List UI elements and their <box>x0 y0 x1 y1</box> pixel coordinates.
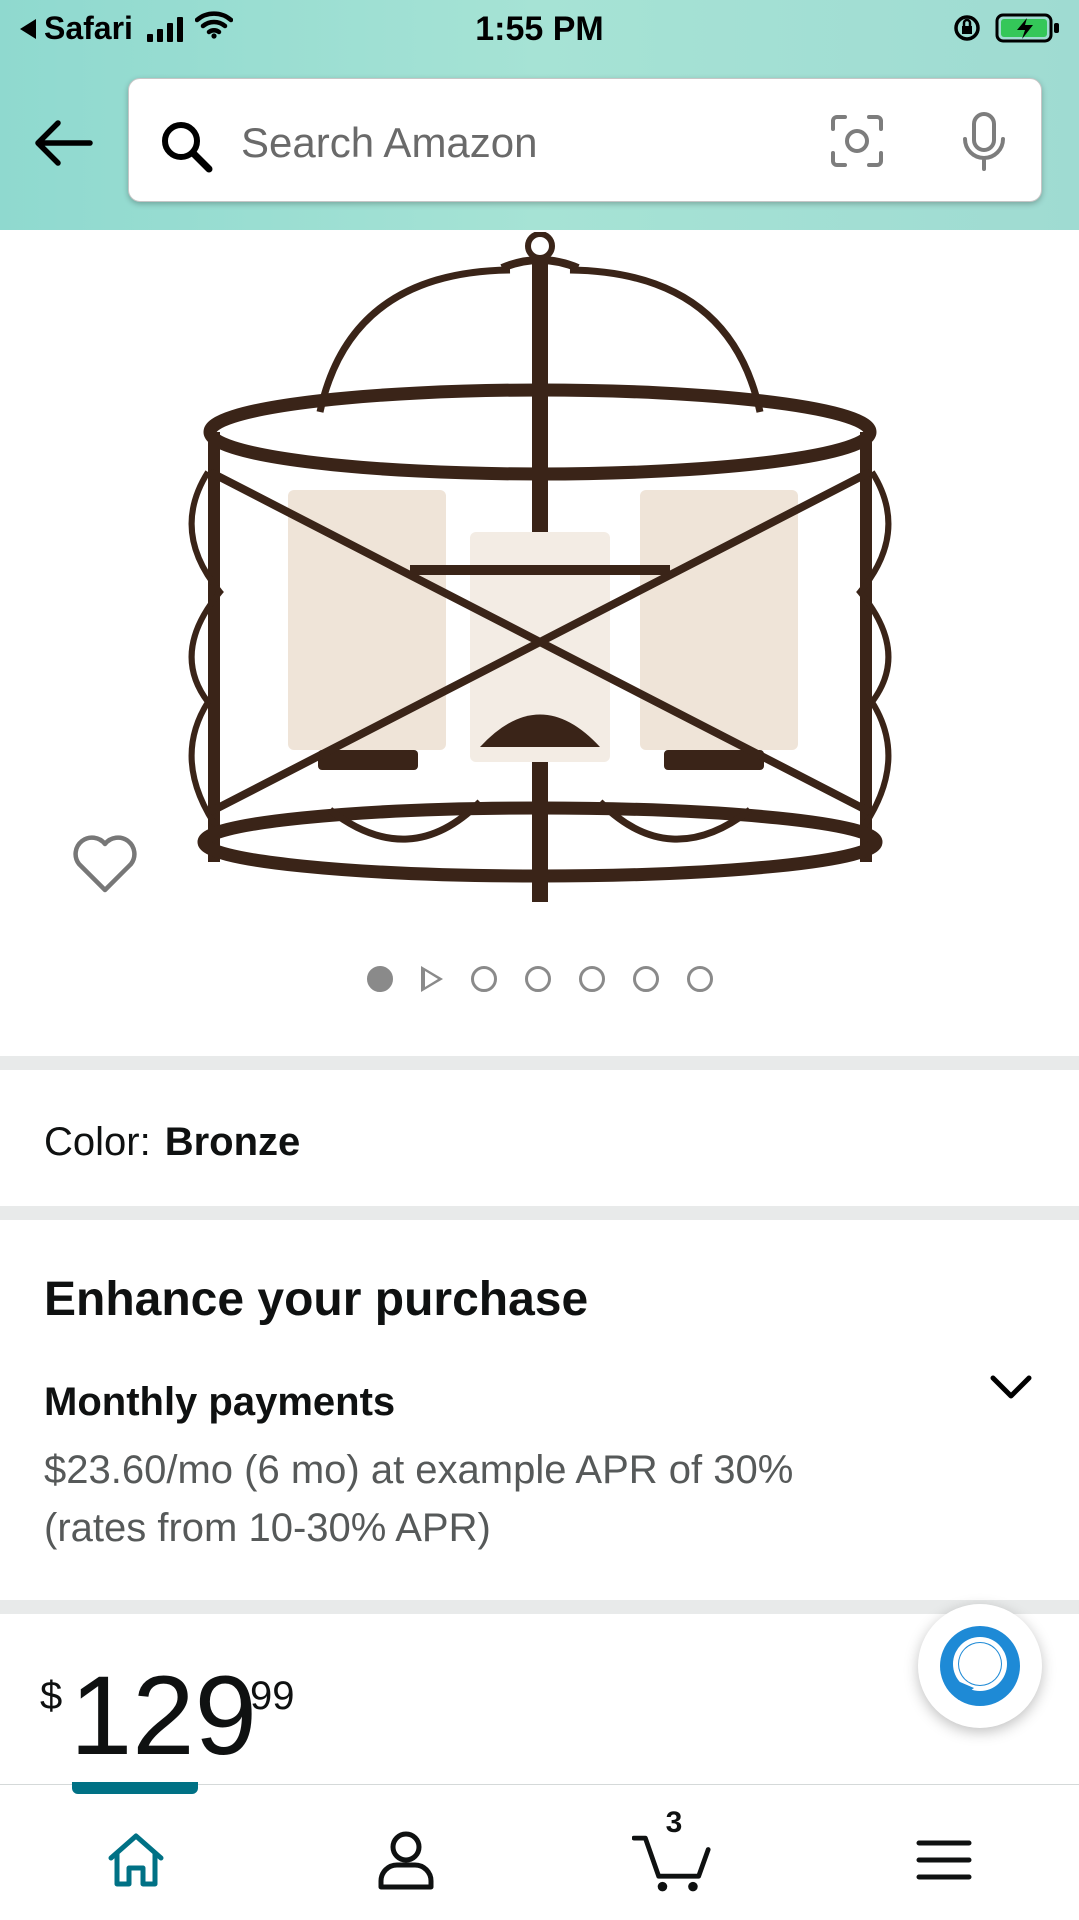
active-tab-indicator <box>72 1782 198 1794</box>
app-header: Safari 1:55 PM Search Amazon <box>0 0 1079 230</box>
alexa-button[interactable] <box>918 1604 1042 1728</box>
carousel-dot[interactable] <box>578 966 605 992</box>
video-play-icon[interactable] <box>420 966 443 992</box>
enhance-title: Enhance your purchase <box>44 1273 589 1326</box>
search-placeholder: Search Amazon <box>241 119 538 166</box>
status-bar: Safari 1:55 PM <box>0 0 1079 62</box>
cart-count: 3 <box>665 1806 683 1839</box>
carousel-dot[interactable] <box>686 966 713 992</box>
back-arrow-icon[interactable] <box>30 115 94 171</box>
price-symbol: $ <box>40 1674 63 1718</box>
nav-home[interactable] <box>96 1820 176 1900</box>
microphone-icon[interactable] <box>959 111 1009 178</box>
menu-icon <box>916 1840 972 1880</box>
nav-menu[interactable] <box>904 1820 984 1900</box>
monthly-payment-detail: $23.60/mo (6 mo) at example APR of 30% <box>44 1448 794 1492</box>
section-divider <box>0 1206 1079 1220</box>
status-time: 1:55 PM <box>475 10 604 48</box>
price-fraction: 99 <box>250 1674 295 1718</box>
home-icon <box>108 1833 164 1887</box>
chevron-down-icon[interactable] <box>988 1372 1034 1409</box>
color-variation[interactable]: Color: Bronze <box>44 1120 300 1165</box>
carousel-dot[interactable] <box>470 966 497 992</box>
monthly-payment-rates: (rates from 10-30% APR) <box>44 1506 491 1550</box>
monthly-payments-title[interactable]: Monthly payments <box>44 1380 395 1425</box>
search-input[interactable]: Search Amazon <box>128 78 1042 202</box>
price-whole: 129 <box>70 1653 257 1778</box>
camera-search-icon[interactable] <box>829 113 885 174</box>
color-value: Bronze <box>164 1120 301 1164</box>
status-right <box>951 12 1061 49</box>
image-carousel-dots[interactable] <box>0 966 1079 992</box>
rotation-lock-icon <box>951 12 983 49</box>
wishlist-heart-icon[interactable] <box>70 832 140 901</box>
alexa-icon <box>940 1626 1020 1706</box>
section-divider <box>0 1600 1079 1614</box>
section-divider <box>0 1056 1079 1070</box>
battery-icon <box>995 12 1061 49</box>
search-icon <box>157 117 215 180</box>
carousel-dot[interactable] <box>524 966 551 992</box>
carousel-dot[interactable] <box>632 966 659 992</box>
nav-cart[interactable]: 3 <box>632 1806 712 1900</box>
product-image[interactable] <box>180 231 900 912</box>
carousel-dot[interactable] <box>366 966 393 992</box>
nav-account[interactable] <box>366 1820 446 1900</box>
color-label: Color: <box>44 1120 151 1164</box>
account-icon <box>378 1831 434 1890</box>
